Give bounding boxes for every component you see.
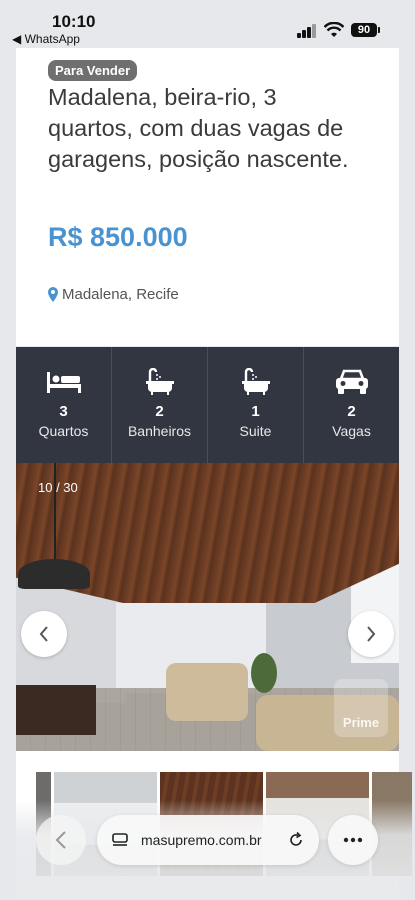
photo-lamp-cord bbox=[54, 463, 56, 563]
car-icon bbox=[335, 369, 368, 394]
ellipsis-icon bbox=[343, 837, 363, 843]
address-bar[interactable]: masupremo.com.br bbox=[97, 815, 319, 865]
reload-icon[interactable] bbox=[287, 831, 305, 849]
feature-label: Banheiros bbox=[127, 423, 192, 439]
chevron-left-icon bbox=[39, 626, 48, 642]
status-badge: Para Vender bbox=[48, 60, 138, 81]
feature-count: 2 bbox=[347, 403, 356, 420]
status-bar: 10:10 ◀ WhatsApp 90 bbox=[0, 0, 415, 48]
signal-icon bbox=[297, 24, 317, 38]
photo-gallery[interactable]: 10 / 30 Prime bbox=[16, 463, 399, 751]
features-bar: 3 Quartos 2 Banheiros 1 Suite 2 Vagas bbox=[16, 347, 399, 463]
tabs-icon bbox=[112, 833, 128, 846]
feature-count: 1 bbox=[251, 403, 260, 420]
bathtub-icon bbox=[241, 368, 270, 395]
bathtub-icon bbox=[145, 368, 174, 395]
next-photo-button[interactable] bbox=[348, 611, 394, 657]
browser-back-button[interactable] bbox=[36, 815, 86, 865]
photo-pendant-lamp bbox=[18, 559, 90, 589]
photo-armchair bbox=[166, 663, 248, 721]
feature-suites: 1 Suite bbox=[208, 347, 304, 463]
chevron-right-icon bbox=[367, 626, 376, 642]
previous-photo-button[interactable] bbox=[21, 611, 67, 657]
url-text: masupremo.com.br bbox=[141, 832, 262, 848]
wifi-icon bbox=[324, 22, 344, 37]
listing-title: Madalena, beira-rio, 3 quartos, com duas… bbox=[48, 84, 349, 172]
location-text: Madalena, Recife bbox=[62, 286, 179, 303]
listing-card: Para Vender Madalena, beira-rio, 3 quart… bbox=[16, 48, 399, 346]
back-to-whatsapp-link[interactable]: ◀ WhatsApp bbox=[12, 32, 80, 46]
feature-parking: 2 Vagas bbox=[304, 347, 399, 463]
photo-cabinet bbox=[16, 685, 96, 735]
photo-counter: 10 / 30 bbox=[38, 480, 78, 495]
chevron-left-icon bbox=[55, 831, 66, 849]
more-options-button[interactable] bbox=[328, 815, 378, 865]
feature-label: Quartos bbox=[38, 423, 89, 439]
feature-count: 3 bbox=[59, 403, 68, 420]
feature-label: Vagas bbox=[332, 423, 371, 439]
map-pin-icon bbox=[48, 287, 58, 302]
photo-plant bbox=[251, 653, 277, 693]
feature-bedrooms: 3 Quartos bbox=[16, 347, 112, 463]
listing-location: Madalena, Recife bbox=[48, 286, 179, 303]
battery-indicator: 90 bbox=[351, 23, 380, 37]
feature-count: 2 bbox=[155, 403, 164, 420]
listing-price: R$ 850.000 bbox=[48, 222, 188, 252]
feature-label: Suite bbox=[239, 423, 272, 439]
feature-bathrooms: 2 Banheiros bbox=[112, 347, 208, 463]
clock: 10:10 bbox=[52, 12, 96, 31]
bed-icon bbox=[46, 372, 81, 393]
prime-watermark: Prime bbox=[334, 679, 388, 737]
